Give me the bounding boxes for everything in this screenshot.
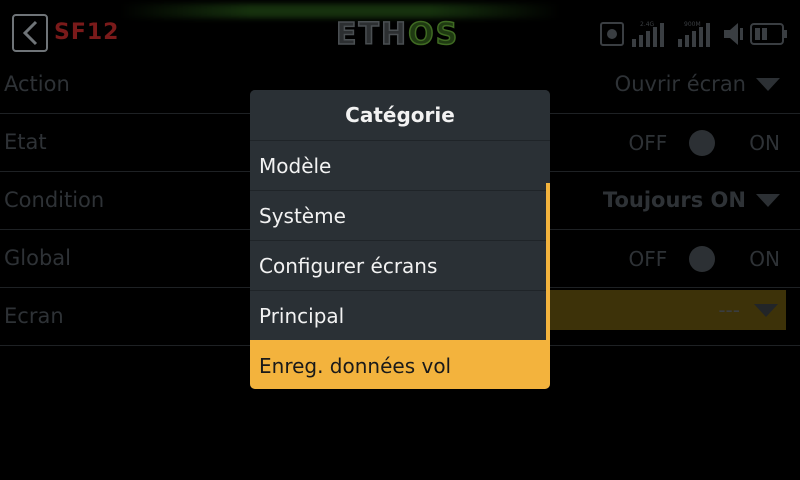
volume-icon[interactable]	[722, 21, 744, 47]
condition-value: Toujours ON	[602, 188, 746, 212]
condition-dropdown[interactable]: Toujours ON	[603, 188, 780, 212]
status-icons: 2.4G 900M	[600, 14, 788, 54]
action-value: Ouvrir écran	[614, 72, 746, 96]
dialog-scrollbar[interactable]	[546, 183, 550, 340]
category-list: Modèle Système Configurer écrans Princip…	[250, 140, 550, 389]
caret-down-icon	[756, 77, 780, 91]
toggle-off-label: OFF	[628, 247, 668, 271]
caret-down-icon	[754, 304, 778, 317]
row-etat-label: Etat	[4, 130, 47, 154]
rf-signal-900m-icon: 900M	[678, 21, 710, 47]
toggle-knob[interactable]	[689, 130, 716, 156]
logo-part-eth: ETH	[335, 16, 409, 53]
toggle-on-label: ON	[749, 131, 780, 155]
signal-label-2g4: 2.4G	[640, 21, 655, 28]
signal-label-900m: 900M	[684, 21, 701, 28]
dialog-title: Catégorie	[250, 90, 550, 140]
row-action-label: Action	[4, 72, 70, 96]
toggle-on-label: ON	[749, 247, 780, 271]
screen-title: SF12	[54, 20, 120, 45]
ecran-dropdown[interactable]: ---	[550, 290, 786, 330]
ecran-value: ---	[718, 298, 740, 322]
sd-card-icon	[600, 22, 624, 46]
ethos-logo: ETH OS	[335, 14, 460, 54]
caret-down-icon	[756, 193, 780, 207]
option-principal[interactable]: Principal	[250, 290, 550, 340]
logo-part-os: OS	[407, 16, 460, 53]
chevron-left-icon	[22, 20, 38, 46]
option-enreg-donnees-vol[interactable]: Enreg. données vol	[250, 340, 550, 389]
rf-signal-2g4-icon: 2.4G	[632, 21, 664, 47]
option-systeme[interactable]: Système	[250, 190, 550, 240]
global-toggle[interactable]: OFF ON	[629, 246, 780, 272]
back-button[interactable]	[12, 14, 48, 52]
option-modele[interactable]: Modèle	[250, 140, 550, 190]
option-configurer-ecrans[interactable]: Configurer écrans	[250, 240, 550, 290]
toggle-off-label: OFF	[628, 131, 668, 155]
etat-toggle[interactable]: OFF ON	[629, 130, 780, 156]
battery-icon	[750, 23, 787, 45]
action-dropdown[interactable]: Ouvrir écran	[615, 72, 780, 96]
row-condition-label: Condition	[4, 188, 105, 212]
row-global-label: Global	[4, 246, 71, 270]
category-dialog: Catégorie Modèle Système Configurer écra…	[250, 90, 550, 389]
toggle-knob[interactable]	[689, 246, 716, 272]
row-ecran-label: Ecran	[4, 304, 64, 328]
